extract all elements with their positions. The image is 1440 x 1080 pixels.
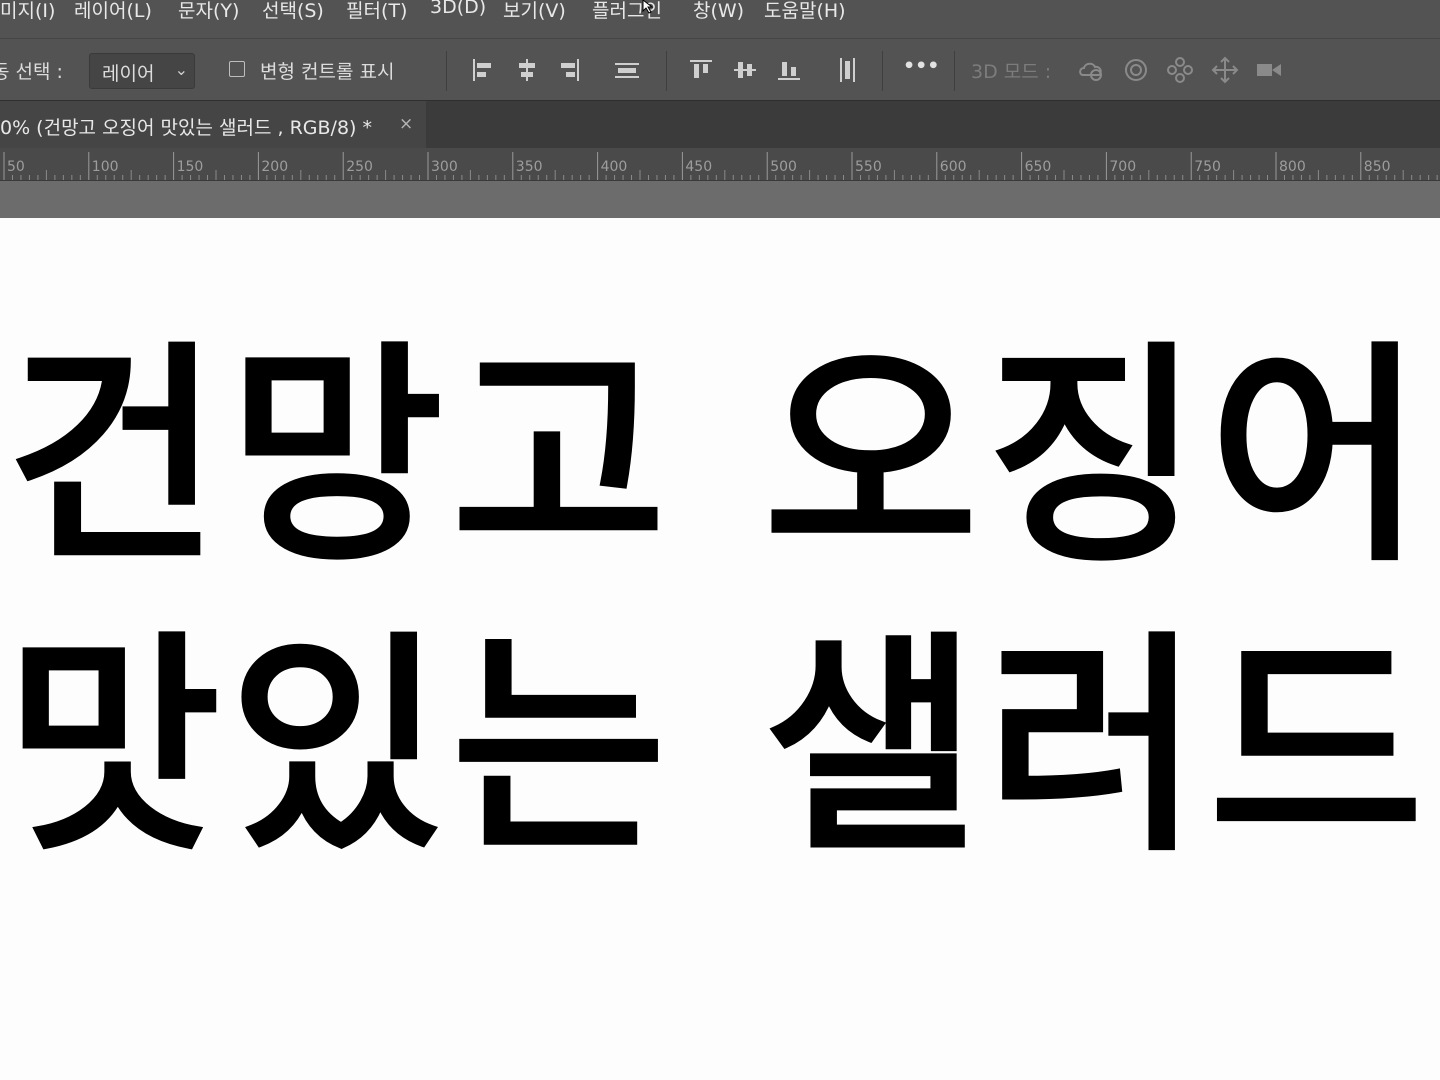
ruler-label: 250 — [346, 159, 373, 175]
ruler-label: 350 — [516, 159, 543, 175]
align-top-edges-icon[interactable] — [686, 55, 716, 85]
separator — [882, 51, 883, 91]
align-bottom-edges-icon[interactable] — [774, 55, 804, 85]
align-left-edges-icon[interactable] — [468, 55, 498, 85]
ruler-label: 800 — [1279, 159, 1306, 175]
document-tab[interactable]: 0% (건망고 오징어 맛있는 샐러드 , RGB/8) * × — [0, 101, 426, 149]
ruler-label: 550 — [855, 159, 882, 175]
roll-3d-icon[interactable] — [1121, 55, 1151, 85]
close-icon[interactable]: × — [399, 114, 413, 134]
pasteboard — [0, 181, 1440, 218]
document-canvas[interactable]: 건망고 오징어 맛있는 샐러드 — [0, 218, 1440, 1080]
document-tab-title: 0% (건망고 오징어 맛있는 샐러드 , RGB/8) * — [0, 117, 372, 139]
separator — [666, 51, 667, 91]
ruler-label: 200 — [261, 159, 288, 175]
menu-image[interactable]: 미지(I) — [0, 0, 55, 23]
ruler-label: 850 — [1364, 159, 1391, 175]
orbit-3d-icon[interactable] — [1076, 55, 1106, 85]
mouse-cursor-icon — [642, 0, 654, 14]
menu-layer[interactable]: 레이어(L) — [74, 0, 152, 23]
menu-filter[interactable]: 필터(T) — [346, 0, 407, 23]
canvas-text-line-1[interactable]: 건망고 오징어 — [6, 268, 1432, 606]
ruler-label: 100 — [92, 159, 119, 175]
ruler-label: 700 — [1109, 159, 1136, 175]
distribute-horizontal-icon[interactable] — [612, 55, 642, 85]
drag-3d-icon[interactable] — [1165, 55, 1195, 85]
separator — [954, 51, 955, 91]
align-vertical-centers-icon[interactable] — [730, 55, 760, 85]
distribute-vertical-icon[interactable] — [832, 55, 862, 85]
auto-select-dropdown[interactable]: 레이어 ⌄ — [89, 53, 195, 89]
ruler-label: 500 — [770, 159, 797, 175]
canvas-text-line-2[interactable]: 맛있는 샐러드 — [6, 558, 1432, 896]
menu-type[interactable]: 문자(Y) — [178, 0, 239, 23]
ruler-label: 750 — [1194, 159, 1221, 175]
menu-view[interactable]: 보기(V) — [503, 0, 566, 23]
auto-select-value: 레이어 — [102, 63, 155, 85]
ruler-label: 650 — [1025, 159, 1052, 175]
menu-window[interactable]: 창(W) — [693, 0, 744, 23]
slide-3d-icon[interactable] — [1210, 55, 1240, 85]
menu-help[interactable]: 도움말(H) — [764, 0, 846, 23]
menu-select[interactable]: 선택(S) — [262, 0, 324, 23]
ruler-label: 600 — [940, 159, 967, 175]
3d-mode-label: 3D 모드 : — [971, 61, 1052, 83]
scale-3d-icon[interactable] — [1254, 55, 1284, 85]
ruler-label: 450 — [685, 159, 712, 175]
transform-controls-checkbox[interactable] — [229, 61, 245, 77]
align-horizontal-centers-icon[interactable] — [512, 55, 542, 85]
ruler-label: 400 — [601, 159, 628, 175]
auto-select-label: 동 선택 : — [0, 61, 63, 83]
horizontal-ruler[interactable]: 50 100 150 200 250 300 350 400 450 500 550 600 650 70… — [0, 148, 1440, 181]
ruler-label: 150 — [177, 159, 204, 175]
more-options-button[interactable]: ••• — [903, 55, 939, 77]
separator — [446, 51, 447, 91]
ruler-label: 50 — [7, 159, 25, 175]
align-right-edges-icon[interactable] — [554, 55, 584, 85]
ruler-label: 300 — [431, 159, 458, 175]
ruler-ticks: 50 100 150 200 250 300 350 400 450 500 550 600 650 70… — [3, 152, 1438, 180]
menu-3d[interactable]: 3D(D) — [430, 0, 486, 18]
document-tab-bar: 0% (건망고 오징어 맛있는 샐러드 , RGB/8) * × — [0, 100, 1440, 149]
transform-controls-label: 변형 컨트롤 표시 — [260, 61, 395, 83]
menu-bar: 미지(I) 레이어(L) 문자(Y) 선택(S) 필터(T) 3D(D) 보기(… — [0, 0, 1440, 38]
chevron-down-icon: ⌄ — [174, 60, 188, 79]
options-bar: 동 선택 : 레이어 ⌄ 변형 컨트롤 표시 ••• 3D 모드 : — [0, 38, 1440, 101]
